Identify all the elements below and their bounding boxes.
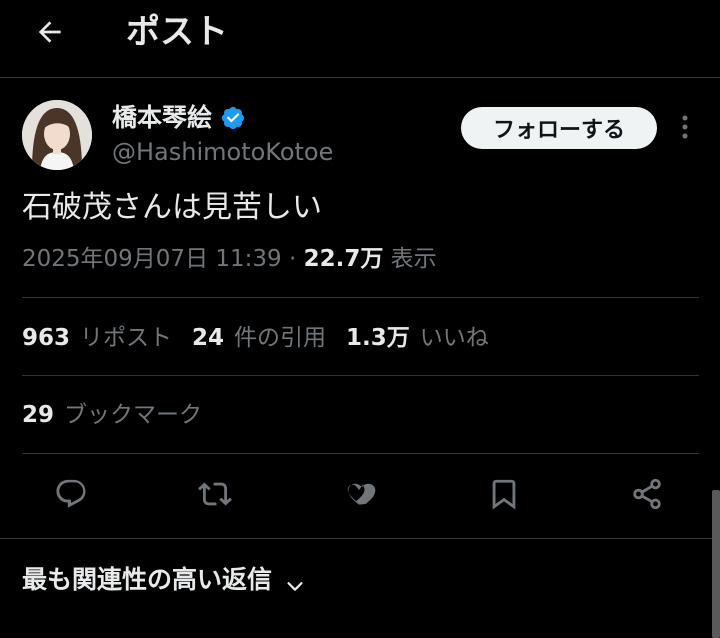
replies-sort-dropdown[interactable]: 最も関連性の高い返信	[22, 560, 306, 600]
divider	[22, 297, 699, 298]
quotes-label: 件の引用	[234, 325, 327, 351]
reply-icon	[54, 477, 88, 515]
meta-separator: ·	[288, 246, 297, 272]
back-button[interactable]	[30, 14, 70, 54]
bookmarks-count: 29	[22, 402, 55, 428]
scrollbar[interactable]	[712, 490, 720, 638]
reposts-count: 963	[22, 325, 71, 351]
share-icon	[630, 477, 664, 515]
author-name[interactable]: 橋本琴絵	[112, 101, 246, 135]
quotes-count: 24	[192, 325, 225, 351]
likes-count: 1.3万	[346, 325, 410, 351]
top-bar: ポスト	[0, 0, 720, 78]
reply-button[interactable]	[51, 476, 91, 516]
follow-button[interactable]: フォローする	[461, 107, 657, 149]
more-vertical-icon	[681, 114, 689, 144]
likes-label: いいね	[419, 325, 489, 351]
repost-icon	[198, 477, 232, 515]
reposts-label: リポスト	[80, 325, 173, 351]
like-icon	[342, 477, 376, 515]
divider	[0, 538, 720, 539]
divider	[22, 375, 699, 376]
arrow-left-icon	[34, 16, 66, 52]
chevron-down-icon	[284, 569, 306, 591]
repost-button[interactable]	[195, 476, 235, 516]
bookmarks-stat[interactable]: 29 ブックマーク	[22, 396, 202, 434]
quotes-stat[interactable]: 24 件の引用	[192, 319, 326, 357]
share-button[interactable]	[627, 476, 667, 516]
stats-row: 963 リポスト 24 件の引用 1.3万 いいね	[22, 319, 509, 357]
tweet-timestamp[interactable]: 2025年09月07日 11:39	[22, 246, 282, 272]
more-options-button[interactable]	[670, 112, 700, 146]
author-name-text: 橋本琴絵	[112, 103, 213, 132]
bookmark-button[interactable]	[484, 476, 524, 516]
bookmark-icon	[487, 477, 521, 515]
bookmarks-label: ブックマーク	[64, 402, 203, 428]
page-title: ポスト	[126, 12, 228, 52]
replies-sort-label: 最も関連性の高い返信	[22, 565, 273, 594]
tweet-text: 石破茂さんは見苦しい	[22, 190, 322, 225]
reposts-stat[interactable]: 963 リポスト	[22, 319, 172, 357]
avatar[interactable]	[22, 100, 92, 170]
verified-badge-icon	[220, 105, 246, 131]
likes-stat[interactable]: 1.3万 いいね	[346, 319, 489, 357]
divider	[22, 453, 699, 454]
action-bar	[0, 470, 720, 524]
views-count: 22.7万	[303, 246, 384, 272]
like-button[interactable]	[339, 476, 379, 516]
views-label: 表示	[390, 246, 437, 272]
author-handle[interactable]: @HashimotoKotoe	[112, 135, 333, 169]
tweet-meta: 2025年09月07日 11:39 · 22.7万 表示	[22, 240, 437, 278]
